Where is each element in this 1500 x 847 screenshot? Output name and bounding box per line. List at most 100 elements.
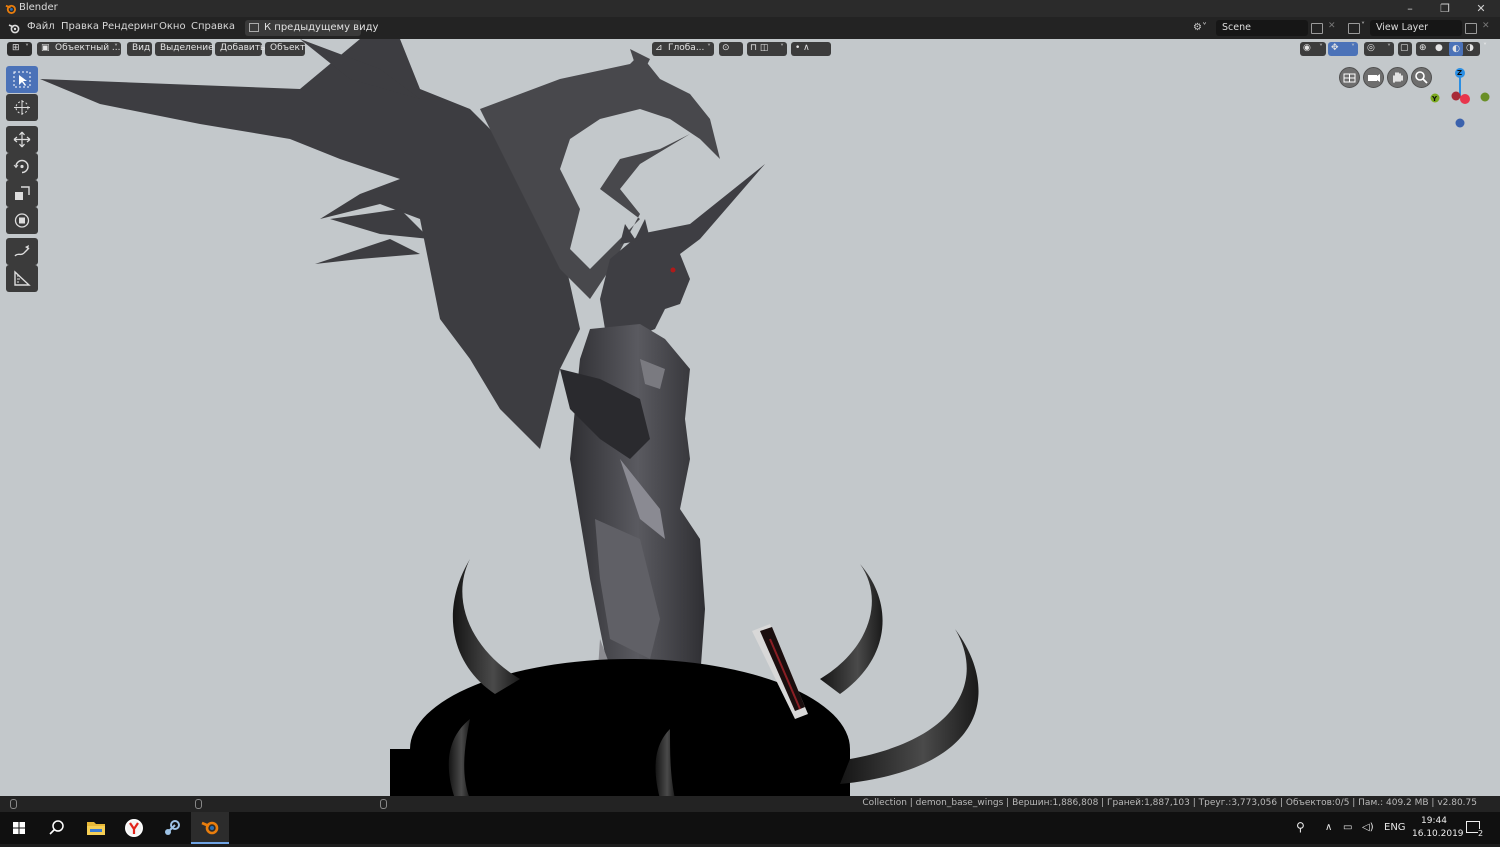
annotate-pencil-icon [14,245,30,257]
delete-scene-icon[interactable]: ✕ [1328,21,1336,31]
scale-icon [15,186,30,200]
tool-cursor[interactable] [6,94,38,121]
rendered-shading-icon[interactable]: ◑ [1466,43,1474,53]
start-button[interactable] [0,812,38,844]
tool-transform[interactable] [6,207,38,234]
new-view-layer-icon[interactable] [1465,23,1477,34]
screen-icon [249,23,259,32]
select-box-icon [13,71,31,88]
visibility-button[interactable]: ◉ ˅ [1300,42,1326,56]
taskbar-search-button[interactable] [38,812,76,844]
blender-menu-icon[interactable] [8,22,20,34]
notification-count-badge: 2 [1478,829,1484,838]
tool-select-box[interactable] [6,66,38,93]
clock-date[interactable]: 16.10.2019 [1412,829,1464,839]
language-indicator[interactable]: ENG [1384,822,1406,833]
view-layer-label: View Layer [1376,22,1429,33]
cursor-icon [14,100,30,115]
navigation-axis-gizmo[interactable] [1425,67,1495,162]
chevron-down-icon: ˅ [1351,43,1355,52]
tool-annotate[interactable] [6,238,38,265]
object-mode-dropdown[interactable]: ▣ Объектный ... ˅ [37,42,121,56]
shading-options-chevron-icon[interactable]: ˅ [1483,42,1487,51]
taskbar-yandex-browser[interactable] [115,812,153,844]
menu-view[interactable]: Вид [127,42,152,56]
eye-icon: ◉ [1303,43,1311,53]
window-title-bar: Blender – ❐ ✕ [0,0,1500,17]
material-shading-icon[interactable]: ◐ [1449,42,1463,56]
people-icon[interactable]: ⚲ [1296,820,1305,834]
menu-add[interactable]: Добавить [215,42,266,56]
camera-view-icon[interactable] [1363,67,1384,88]
proportional-edit-button[interactable]: • ∧ [791,42,831,56]
orientation-icon: ⊿ [655,43,663,53]
tool-measure[interactable] [6,265,38,292]
clock-time[interactable]: 19:44 [1421,816,1447,826]
top-menu-bar: Файл Правка Рендеринг Окно Справка К пре… [0,17,1500,39]
tool-rotate[interactable] [6,153,38,180]
scene-statistics: Collection | demon_base_wings | Вершин:1… [862,798,1477,808]
rotate-icon [13,159,29,174]
pan-hand-icon[interactable] [1387,67,1408,88]
network-icon[interactable]: ▭ [1343,822,1352,833]
menu-select-label: Выделение [160,43,214,53]
transform-icon [14,213,30,228]
menu-select[interactable]: Выделение [155,42,214,56]
transform-orientation-dropdown[interactable]: ⊿ Глоба... ˅ [652,42,714,56]
proportional-edit-icon: • ∧ [795,43,810,53]
demon-model-scene[interactable] [0,39,1500,796]
tool-scale[interactable] [6,180,38,207]
editor-type-button[interactable]: ⊞ ˅ [7,42,32,56]
back-to-previous-button[interactable]: К предыдущему виду [245,20,378,36]
pivot-point-button[interactable]: ⊙ [719,42,743,56]
window-title: Blender [19,2,58,13]
windows-logo-icon [13,822,25,834]
scene-name-field[interactable]: Scene [1216,20,1308,36]
solid-shading-icon[interactable]: ● [1435,43,1443,53]
view-layer-field[interactable]: View Layer [1370,20,1462,36]
delete-view-layer-icon[interactable]: ✕ [1482,21,1490,31]
menu-add-label: Добавить [220,43,266,53]
restore-button[interactable]: ❐ [1427,0,1463,17]
menu-render[interactable]: Рендеринг [102,21,158,32]
taskbar-file-explorer[interactable] [77,812,115,844]
close-button[interactable]: ✕ [1463,0,1499,17]
menu-edit[interactable]: Правка [61,21,99,32]
menu-window[interactable]: Окно [159,21,186,32]
tool-move[interactable] [6,126,38,153]
show-hidden-icons-chevron-icon[interactable]: ∧ [1325,822,1332,833]
menu-help[interactable]: Справка [191,21,235,32]
pivot-icon: ⊙ [722,43,730,53]
snap-button[interactable]: ⊓ ◫ ˅ [747,42,787,56]
mouse-middle-icon [195,799,202,809]
view-layer-icon[interactable] [1348,23,1360,34]
blender-logo-icon [5,4,16,14]
measure-ruler-icon [14,270,31,286]
chevron-down-icon: ˅ [1319,43,1323,52]
xray-button[interactable]: ▢ [1398,42,1412,56]
volume-icon[interactable]: ◁) [1362,822,1374,833]
scene-selector-icon[interactable]: ⚙˅ [1193,22,1207,33]
3d-viewport[interactable]: ⊞ ˅ ▣ Объектный ... ˅ Вид Выделение Доба… [0,39,1500,796]
menu-object[interactable]: Объект [265,42,305,56]
scene-name-label: Scene [1222,22,1251,33]
chevron-down-icon[interactable]: ˅ [1361,21,1365,30]
back-to-previous-label: К предыдущему виду [264,22,379,33]
left-wing [40,39,580,449]
taskbar-blender[interactable] [191,812,229,844]
status-bar: Collection | demon_base_wings | Вершин:1… [0,796,1500,812]
search-icon [49,820,64,835]
wireframe-shading-icon[interactable]: ⊕ [1419,43,1427,53]
overlays-button[interactable]: ◎ ˅ [1364,42,1394,56]
toggle-perspective-icon[interactable] [1339,67,1360,88]
minimize-button[interactable]: – [1392,0,1428,17]
axis-y-label: Y [1432,95,1438,103]
chevron-down-icon: ˅ [114,43,118,52]
gizmo-icon: ✥ [1331,43,1339,53]
gizmo-toggle-button[interactable]: ✥ ˅ [1328,42,1358,56]
taskbar-steam[interactable] [153,812,191,844]
editor-type-icon: ⊞ [12,43,20,53]
new-scene-icon[interactable] [1311,23,1323,34]
overlays-icon: ◎ [1367,43,1375,53]
menu-file[interactable]: Файл [27,21,55,32]
